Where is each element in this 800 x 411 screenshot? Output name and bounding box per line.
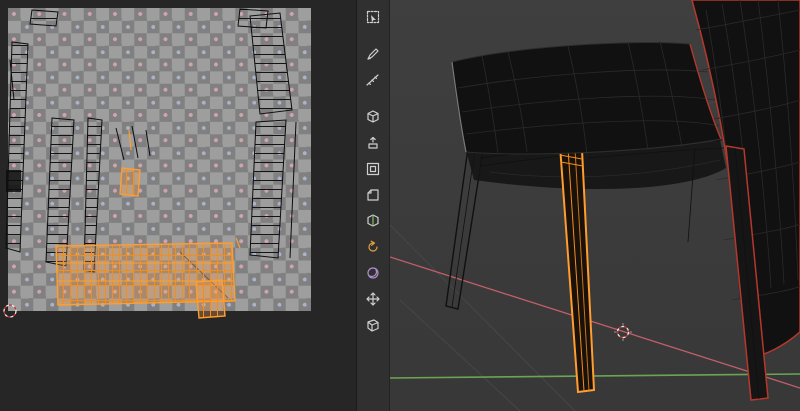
loop-cut-icon[interactable] [360, 209, 386, 232]
annotate-icon[interactable] [360, 42, 386, 65]
viewport-3d-pane[interactable] [390, 0, 800, 411]
select-box-icon[interactable] [360, 5, 386, 28]
spin-icon[interactable] [360, 235, 386, 258]
blender-window [0, 0, 800, 411]
extrude-region-icon[interactable] [360, 131, 386, 154]
uv-wireframe-overlay [0, 8, 297, 321]
smooth-icon[interactable] [360, 261, 386, 284]
inset-faces-icon[interactable] [360, 157, 386, 180]
2d-cursor-icon[interactable] [0, 301, 20, 321]
measure-icon[interactable] [360, 68, 386, 91]
axis-y-green [390, 373, 800, 379]
rip-region-icon[interactable] [360, 313, 386, 336]
chair-apron-rails[interactable] [466, 139, 726, 243]
viewport-toolbar [356, 0, 390, 411]
chair-seat[interactable] [451, 40, 722, 155]
transform-icon[interactable] [360, 287, 386, 310]
uv-editor-pane[interactable] [0, 0, 356, 411]
viewport-3d-canvas [390, 0, 800, 411]
uv-island-selected-small[interactable] [119, 129, 141, 197]
bevel-icon[interactable] [360, 183, 386, 206]
add-cube-icon[interactable] [360, 105, 386, 128]
